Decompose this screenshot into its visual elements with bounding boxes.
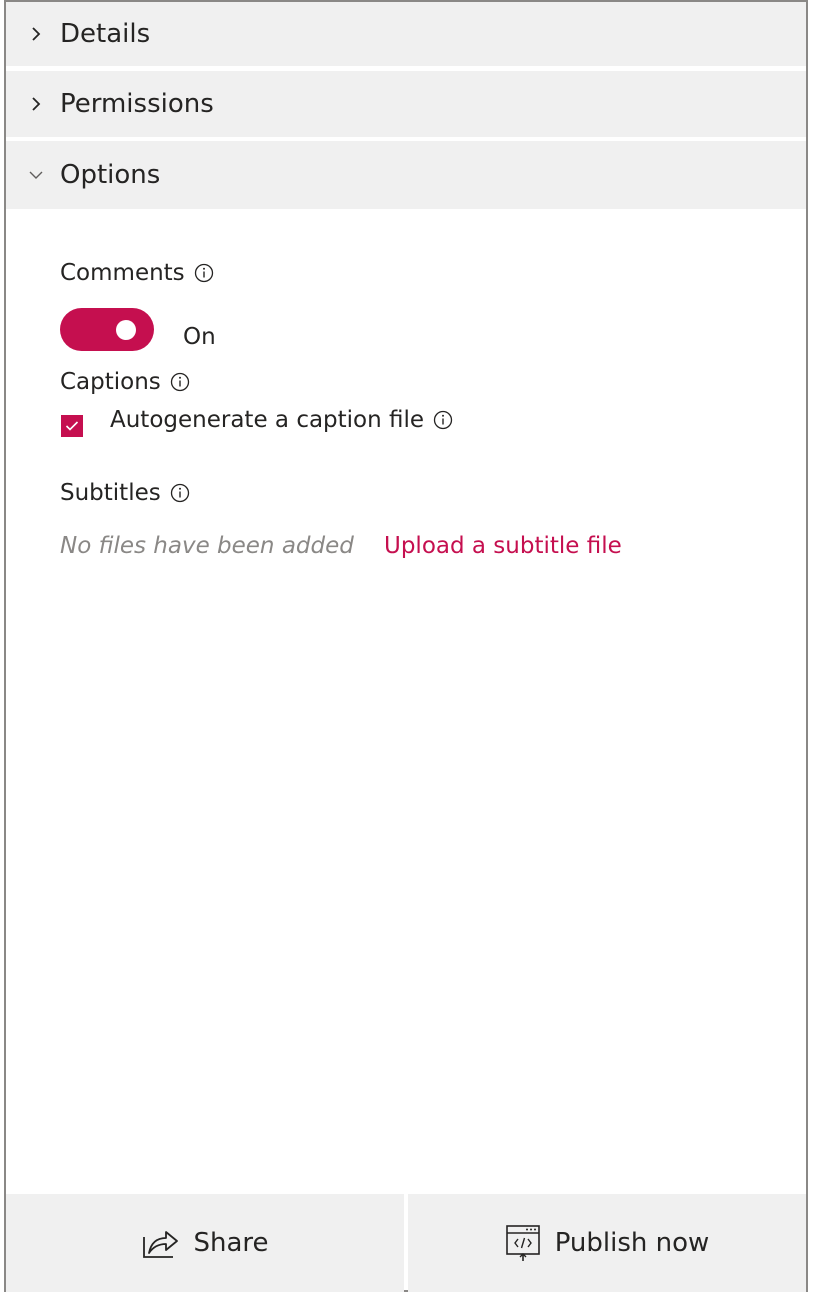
info-icon[interactable] (170, 372, 190, 392)
upload-subtitle-link[interactable]: Upload a subtitle file (384, 533, 622, 559)
subtitles-label-row: Subtitles (60, 480, 190, 506)
comments-toggle[interactable] (60, 308, 154, 351)
accordion-header-options[interactable]: Options (6, 141, 806, 209)
publish-icon (505, 1225, 540, 1261)
info-icon[interactable] (433, 410, 453, 430)
accordion-title-details: Details (60, 19, 151, 49)
captions-label-row: Captions (60, 369, 190, 395)
info-icon[interactable] (170, 483, 190, 503)
options-panel: Details Permissions Options Comments On … (4, 0, 808, 1292)
toggle-knob (116, 320, 136, 340)
subtitles-label: Subtitles (60, 480, 161, 506)
share-label: Share (193, 1228, 269, 1258)
accordion-title-permissions: Permissions (60, 89, 214, 119)
accordion-header-permissions[interactable]: Permissions (6, 71, 806, 137)
autogenerate-caption-label[interactable]: Autogenerate a caption file (110, 407, 424, 433)
footer-actions: Share Publish now (6, 1194, 806, 1292)
no-subtitles-text: No files have been added (60, 533, 354, 559)
comments-toggle-state: On (183, 324, 216, 350)
autogenerate-caption-label-row: Autogenerate a caption file (110, 407, 453, 433)
autogenerate-caption-checkbox[interactable] (61, 415, 83, 437)
accordion-title-options: Options (60, 160, 161, 190)
info-icon[interactable] (194, 263, 214, 283)
comments-label-row: Comments (60, 260, 214, 286)
chevron-down-icon (29, 171, 43, 179)
comments-label: Comments (60, 260, 185, 286)
checkmark-icon (65, 421, 79, 431)
accordion-header-details[interactable]: Details (6, 2, 806, 66)
share-icon (143, 1231, 179, 1258)
captions-label: Captions (60, 369, 161, 395)
publish-now-button[interactable]: Publish now (408, 1194, 806, 1292)
share-button[interactable]: Share (6, 1194, 404, 1292)
chevron-right-icon (32, 27, 41, 41)
chevron-right-icon (32, 97, 41, 111)
publish-now-label: Publish now (554, 1228, 710, 1258)
